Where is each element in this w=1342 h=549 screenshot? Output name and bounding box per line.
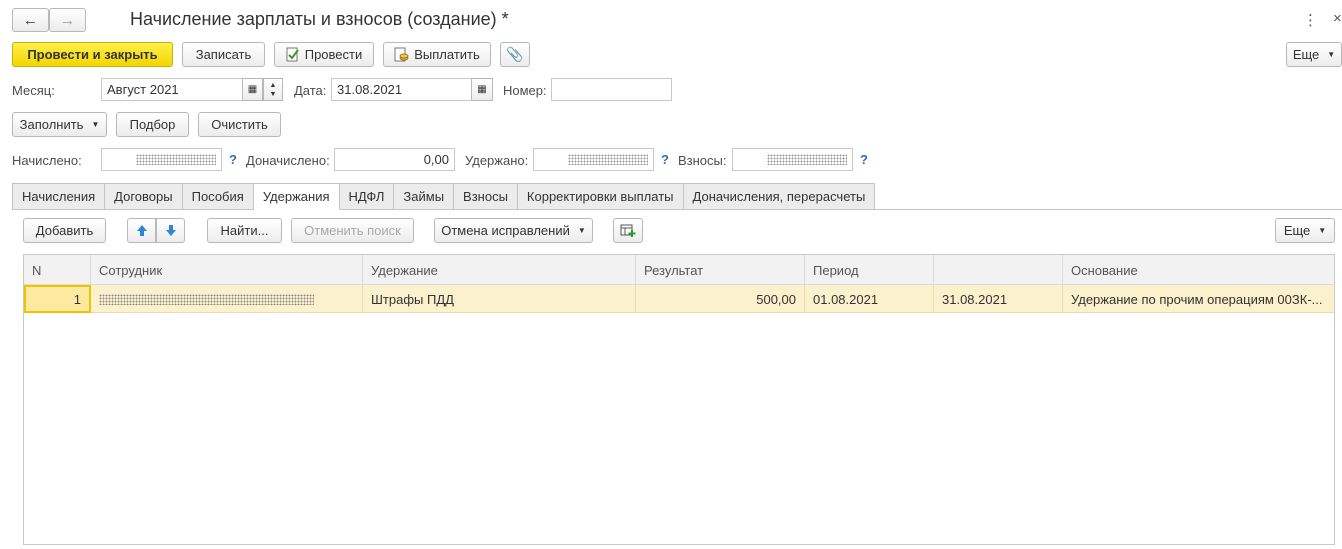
pay-button[interactable]: Выплатить (383, 42, 491, 67)
date-label: Дата: (294, 83, 327, 98)
cell-n[interactable]: 1 (24, 285, 91, 313)
find-button[interactable]: Найти... (207, 218, 282, 243)
month-stepper[interactable]: ▲ ▼ (263, 78, 283, 101)
withheld-help-icon[interactable]: ? (661, 152, 669, 167)
fill-button[interactable]: Заполнить ▼ (12, 112, 107, 137)
withheld-field (533, 148, 654, 171)
column-header-result[interactable]: Результат (636, 255, 805, 285)
table-more-label: Еще (1283, 223, 1311, 238)
cancel-corrections-button[interactable]: Отмена исправлений ▼ (434, 218, 593, 243)
accrued-field (101, 148, 222, 171)
tab-benefits[interactable]: Пособия (182, 183, 254, 210)
tab-loans[interactable]: Займы (394, 183, 455, 210)
deductions-table[interactable]: N Сотрудник Удержание Результат Период О… (23, 254, 1335, 545)
arrow-up-icon (136, 225, 147, 236)
cell-basis[interactable]: Удержание по прочим операциям 00ЗК-... (1063, 285, 1336, 313)
tab-bar: Начисления Договоры Пособия Удержания НД… (12, 183, 876, 210)
accrued-label: Начислено: (12, 153, 82, 168)
tab-deductions[interactable]: Удержания (253, 183, 340, 210)
tab-accruals[interactable]: Начисления (12, 183, 106, 210)
additional-field: 0,00 (334, 148, 455, 171)
add-button[interactable]: Добавить (23, 218, 106, 243)
fill-button-label: Заполнить (19, 117, 84, 132)
post-doc-icon (286, 47, 299, 62)
withheld-label: Удержано: (465, 153, 529, 168)
chevron-down-icon: ▼ (1327, 50, 1336, 59)
contributions-help-icon[interactable]: ? (860, 152, 868, 167)
cell-period-end[interactable]: 31.08.2021 (934, 285, 1063, 313)
paperclip-icon: 📎 (506, 46, 524, 62)
arrow-right-icon: → (60, 11, 75, 29)
chevron-down-icon: ▼ (1318, 226, 1327, 235)
tab-ndfl[interactable]: НДФЛ (339, 183, 395, 210)
table-header: N Сотрудник Удержание Результат Период О… (24, 255, 1334, 285)
cancel-corrections-label: Отмена исправлений (441, 223, 570, 238)
more-button-label: Еще (1292, 47, 1320, 62)
pay-icon (394, 47, 409, 62)
table-add-icon (620, 224, 636, 237)
post-button[interactable]: Провести (274, 42, 374, 67)
month-field[interactable]: Август 2021 (101, 78, 243, 101)
cancel-search-button[interactable]: Отменить поиск (291, 218, 414, 243)
move-down-button[interactable] (156, 218, 185, 243)
arrow-down-icon (165, 225, 176, 236)
column-header-deduction[interactable]: Удержание (363, 255, 636, 285)
calendar-icon: ▦ (477, 84, 487, 95)
chevron-down-icon: ▼ (91, 120, 100, 129)
additional-label: Доначислено: (246, 153, 330, 168)
column-header-basis[interactable]: Основание (1063, 255, 1336, 285)
table-settings-button[interactable] (613, 218, 643, 243)
contributions-field (732, 148, 853, 171)
cell-deduction[interactable]: Штрафы ПДД (363, 285, 636, 313)
step-up-icon: ▲ (269, 81, 277, 89)
attach-button[interactable]: 📎 (500, 42, 530, 67)
number-field[interactable] (551, 78, 672, 101)
move-up-button[interactable] (127, 218, 156, 243)
cell-employee[interactable] (91, 285, 363, 313)
table-row[interactable]: 1 Штрафы ПДД 500,00 01.08.2021 31.08.202… (24, 285, 1334, 313)
month-label: Месяц: (12, 83, 55, 98)
tab-contracts[interactable]: Договоры (105, 183, 183, 210)
accrued-help-icon[interactable]: ? (229, 152, 237, 167)
back-button[interactable]: ← (12, 8, 49, 32)
calendar-icon: ▦ (247, 84, 258, 95)
employee-redacted (99, 293, 314, 305)
table-more-button[interactable]: Еще ▼ (1275, 218, 1335, 243)
tab-payment-corrections[interactable]: Корректировки выплаты (517, 183, 684, 210)
pay-button-label: Выплатить (414, 47, 480, 62)
column-header-n[interactable]: N (24, 255, 91, 285)
chevron-down-icon: ▼ (577, 226, 586, 235)
tab-contributions[interactable]: Взносы (454, 183, 518, 210)
clear-button[interactable]: Очистить (198, 112, 281, 137)
number-label: Номер: (503, 83, 547, 98)
arrow-left-icon: ← (23, 11, 38, 29)
tab-recalculations[interactable]: Доначисления, перерасчеты (683, 183, 876, 210)
column-header-period[interactable]: Период (805, 255, 934, 285)
forward-button[interactable]: → (49, 8, 86, 32)
cell-period-start[interactable]: 01.08.2021 (805, 285, 934, 313)
step-down-icon: ▼ (269, 90, 277, 98)
kebab-menu-icon[interactable]: ⋮ (1303, 11, 1318, 29)
month-calendar-button[interactable]: ▦ (242, 78, 263, 101)
date-calendar-button[interactable]: ▦ (471, 78, 493, 101)
select-button[interactable]: Подбор (116, 112, 189, 137)
contributions-label: Взносы: (678, 153, 727, 168)
more-button[interactable]: Еще ▼ (1286, 42, 1342, 67)
close-icon[interactable]: × (1333, 10, 1342, 27)
window-title: Начисление зарплаты и взносов (создание)… (130, 9, 509, 29)
save-button[interactable]: Записать (182, 42, 265, 67)
cell-result[interactable]: 500,00 (636, 285, 805, 313)
column-header-period-end[interactable] (934, 255, 1063, 285)
post-and-close-button[interactable]: Провести и закрыть (12, 42, 173, 67)
post-button-label: Провести (304, 47, 363, 62)
column-header-employee[interactable]: Сотрудник (91, 255, 363, 285)
date-field[interactable]: 31.08.2021 (331, 78, 473, 101)
